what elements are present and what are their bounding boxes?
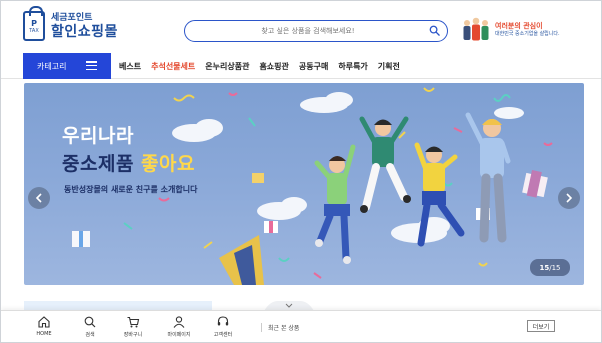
tab-mypage-label: 마이페이지 [167, 332, 191, 338]
chevron-right-icon [566, 193, 573, 203]
tab-mypage[interactable]: 마이페이지 [156, 315, 202, 338]
category-button[interactable]: 카테고리 [23, 53, 111, 79]
next-slide-button[interactable] [558, 187, 580, 209]
tab-home-label: HOME [36, 331, 52, 337]
people-illustration-icon [463, 17, 489, 41]
search-icon [84, 316, 96, 328]
logo-bag-tax: TAX [29, 27, 39, 34]
logo-text: 세금포인트 할인쇼핑몰 [51, 13, 118, 40]
banner-subtitle: 동반성장몰의 새로운 친구를 소개합니다 [64, 185, 198, 194]
search-bar [184, 20, 448, 42]
nav-item-exhibition[interactable]: 기획전 [378, 61, 400, 72]
nav-menu: 베스트 추석선물세트 온누리상품관 홈쇼핑관 공동구매 하루특가 기획전 [119, 53, 410, 79]
tab-home[interactable]: HOME [21, 315, 67, 337]
banner-title-line2: 중소제품 좋아요 [62, 149, 195, 176]
nav-item-onnuri[interactable]: 온누리상품관 [205, 61, 249, 72]
search-input[interactable] [185, 22, 421, 40]
total-slides: 15 [551, 263, 561, 272]
logo-title: 할인쇼핑몰 [51, 23, 118, 40]
nav-item-group-buy[interactable]: 공동구매 [299, 61, 328, 72]
logo-bag-letter: P [31, 18, 37, 28]
site-logo[interactable]: P TAX 세금포인트 할인쇼핑몰 [23, 6, 118, 41]
hero-banner[interactable]: 우리나라 중소제품 좋아요 동반성장몰의 새로운 친구를 소개합니다 15 / … [24, 83, 584, 285]
nav-item-home-shopping[interactable]: 홈쇼핑관 [259, 61, 288, 72]
nav-item-best[interactable]: 베스트 [119, 61, 141, 72]
header: P TAX 세금포인트 할인쇼핑몰 찾고 싶은 상품을 검색해보세요! 여러분의… [1, 1, 601, 53]
banner-title-line1: 우리나라 [62, 125, 134, 147]
cart-icon [127, 316, 140, 328]
tab-cart[interactable]: 장바구니 [110, 315, 156, 338]
user-icon [173, 316, 185, 328]
category-label: 카테고리 [37, 61, 67, 71]
promo-caption: 대한민국 중소기업을 살립니다. [495, 31, 560, 37]
logo-subtitle: 세금포인트 [51, 12, 93, 23]
main-nav: 카테고리 베스트 추석선물세트 온누리상품관 홈쇼핑관 공동구매 하루특가 기획… [1, 53, 601, 79]
headset-icon [217, 316, 229, 326]
more-button[interactable]: 더보기 [527, 320, 555, 332]
current-slide: 15 [539, 263, 550, 272]
tab-customer-center[interactable]: 고객센터 [200, 315, 246, 338]
page: P TAX 세금포인트 할인쇼핑몰 찾고 싶은 상품을 검색해보세요! 여러분의… [0, 0, 602, 343]
banner-title-part-b: 좋아요 [141, 153, 195, 175]
tab-search[interactable]: 검색 [67, 315, 113, 338]
bottom-bar: HOME 검색 장바구니 마이페이지 고객센터 최근 본 상품 더보기 [1, 310, 601, 342]
shopping-bag-icon: P TAX [23, 6, 45, 41]
nav-item-daily-deal[interactable]: 하루특가 [338, 61, 367, 72]
banner-title-part-a: 중소제품 [62, 153, 134, 175]
tab-cart-label: 장바구니 [123, 332, 143, 338]
search-icon[interactable] [429, 25, 440, 36]
recent-products-label[interactable]: 최근 본 상품 [261, 323, 299, 332]
promo-text: 여러분의 관심이 대한민국 중소기업을 살립니다. [495, 22, 560, 38]
tab-customer-center-label: 고객센터 [213, 332, 233, 338]
prev-slide-button[interactable] [28, 187, 50, 209]
promo-headline: 여러분의 관심이 [495, 22, 543, 30]
nav-item-chuseok-gift[interactable]: 추석선물세트 [151, 61, 195, 72]
promo-banner[interactable]: 여러분의 관심이 대한민국 중소기업을 살립니다. [461, 15, 560, 45]
home-icon [38, 316, 50, 328]
menu-icon [86, 61, 97, 71]
chevron-left-icon [35, 193, 42, 203]
tab-search-label: 검색 [85, 332, 95, 338]
slide-counter: 15 / 15 [530, 259, 570, 276]
